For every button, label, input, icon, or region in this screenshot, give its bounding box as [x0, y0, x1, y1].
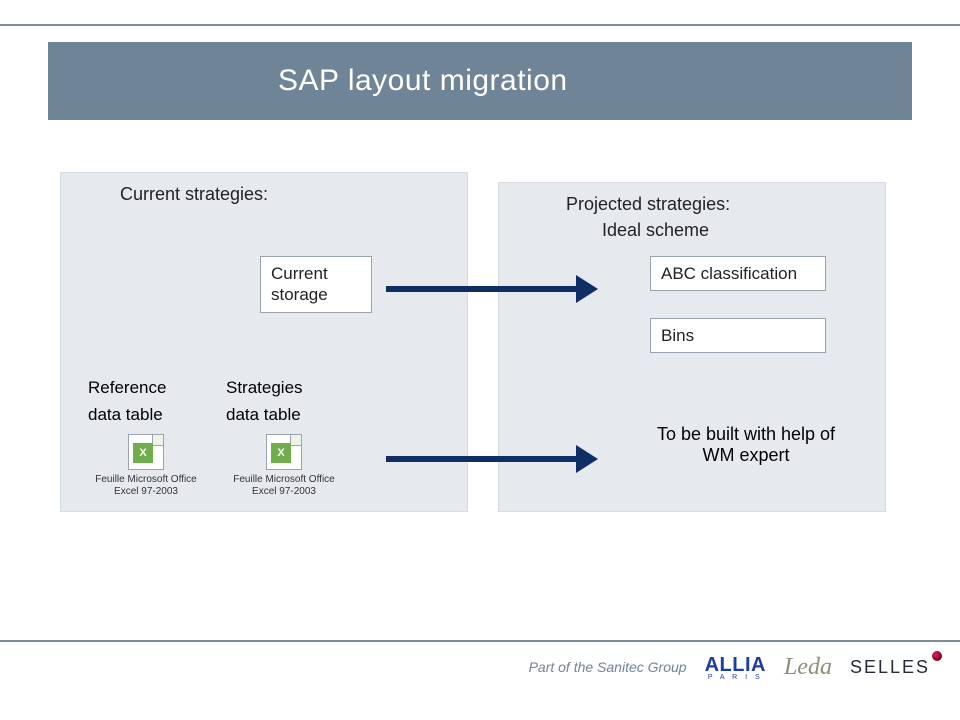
embedded-excel-strategies[interactable]: X Feuille Microsoft Office Excel 97-2003	[220, 434, 348, 497]
note-wm-expert: To be built with help of WM expert	[646, 424, 846, 466]
allia-subtext: P A R I S	[705, 674, 766, 681]
top-rule	[0, 24, 960, 26]
allia-text: ALLIA	[705, 654, 766, 676]
footer: Part of the Sanitec Group ALLIA P A R I …	[0, 640, 960, 686]
label-strategies-line1: Strategies	[226, 378, 303, 397]
embed-caption: Feuille Microsoft Office Excel 97-2003	[220, 474, 348, 497]
slide-title: SAP layout migration	[278, 64, 568, 98]
embedded-excel-reference[interactable]: X Feuille Microsoft Office Excel 97-2003	[82, 434, 210, 497]
label-strategies-line2: data table	[226, 405, 301, 424]
footer-sanitec: Part of the Sanitec Group	[529, 659, 687, 675]
label-reference-line1: Reference	[88, 378, 166, 397]
box-current-storage: Current storage	[260, 256, 372, 313]
logo-selles: SELLES	[850, 657, 930, 678]
box-abc-classification: ABC classification	[650, 256, 826, 291]
subheading-ideal-scheme: Ideal scheme	[602, 220, 802, 241]
arrow-icon	[386, 286, 576, 292]
heading-current-strategies: Current strategies:	[120, 184, 320, 205]
embed-caption: Feuille Microsoft Office Excel 97-2003	[82, 474, 210, 497]
logo-allia: ALLIA P A R I S	[705, 654, 766, 681]
excel-file-icon: X	[128, 434, 164, 470]
label-strategies-data-table: Strategies data table	[226, 374, 346, 428]
label-reference-data-table: Reference data table	[88, 374, 208, 428]
heading-projected-strategies: Projected strategies:	[566, 194, 816, 215]
slide: SAP layout migration Current strategies:…	[0, 0, 960, 720]
title-bar: SAP layout migration	[48, 42, 912, 120]
excel-file-icon: X	[266, 434, 302, 470]
logo-leda: Leda	[784, 654, 832, 681]
box-bins: Bins	[650, 318, 826, 353]
label-reference-line2: data table	[88, 405, 163, 424]
arrow-icon	[386, 456, 576, 462]
